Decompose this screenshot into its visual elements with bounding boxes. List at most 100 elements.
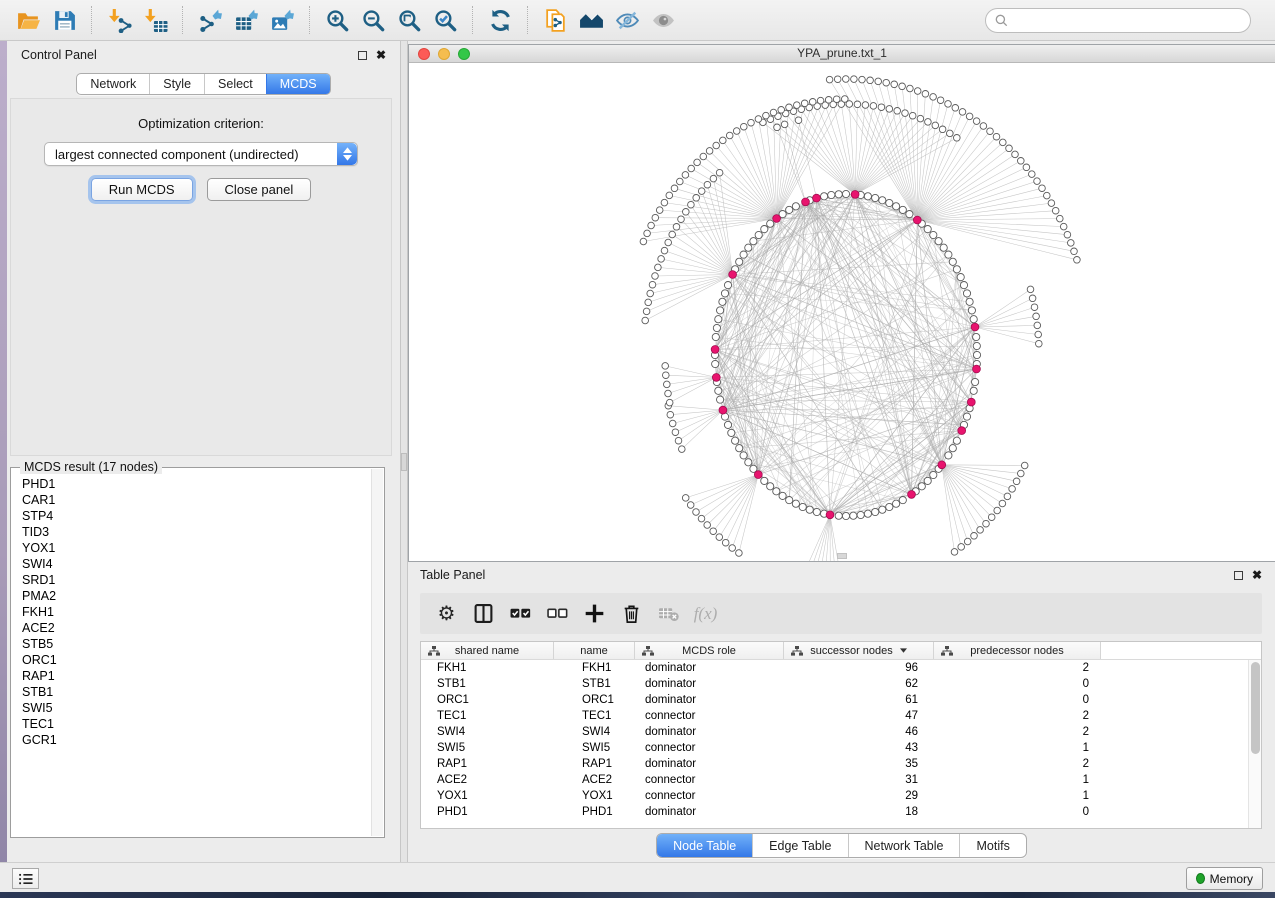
table-cell: 31 — [784, 774, 934, 786]
mcds-result-item[interactable]: STB5 — [22, 636, 384, 652]
mcds-result-item[interactable]: SWI4 — [22, 556, 384, 572]
memory-button[interactable]: Memory — [1186, 867, 1263, 890]
tab-select[interactable]: Select — [204, 74, 266, 94]
float-window-icon[interactable] — [1234, 571, 1243, 580]
column-header-name[interactable]: name — [554, 642, 635, 659]
open-button[interactable] — [10, 4, 46, 36]
mcds-result-item[interactable]: YOX1 — [22, 540, 384, 556]
mcds-result-item[interactable]: PHD1 — [22, 476, 384, 492]
network-window-title: YPA_prune.txt_1 — [409, 45, 1275, 62]
mcds-result-item[interactable]: SRD1 — [22, 572, 384, 588]
table-row[interactable]: TEC1TEC1connector472 — [421, 708, 1261, 724]
deselect-all-button[interactable] — [539, 597, 576, 631]
splitter-handle[interactable] — [401, 453, 407, 471]
table-row[interactable]: STB1STB1dominator620 — [421, 676, 1261, 692]
mcds-result-item[interactable]: ORC1 — [22, 652, 384, 668]
table-toolbar: ⚙f(x) — [420, 593, 1262, 634]
mcds-result-item[interactable]: TEC1 — [22, 716, 384, 732]
network-window-titlebar[interactable]: YPA_prune.txt_1 — [409, 45, 1275, 63]
table-mode-gear-button[interactable]: ⚙ — [428, 597, 465, 631]
import-network-button[interactable] — [101, 4, 137, 36]
show-columns-button[interactable] — [465, 597, 502, 631]
tab-node-table[interactable]: Node Table — [657, 834, 752, 857]
import-table-button[interactable] — [137, 4, 173, 36]
mcds-result-item[interactable]: TID3 — [22, 524, 384, 540]
tab-network-table[interactable]: Network Table — [848, 834, 960, 857]
window-maximize-icon[interactable] — [458, 48, 470, 60]
mcds-result-item[interactable]: SWI5 — [22, 700, 384, 716]
mcds-result-item[interactable]: RAP1 — [22, 668, 384, 684]
zoom-selected-button[interactable] — [427, 4, 463, 36]
table-cell: SWI5 — [554, 742, 635, 754]
table-row[interactable]: SWI5SWI5connector431 — [421, 740, 1261, 756]
mcds-result-item[interactable]: PMA2 — [22, 588, 384, 604]
sort-chevron-down-icon — [900, 648, 907, 653]
table-scrollbar-thumb[interactable] — [1251, 662, 1260, 754]
mcds-result-item[interactable]: GCR1 — [22, 732, 384, 748]
select-all-button[interactable] — [502, 597, 539, 631]
table-row[interactable]: ACE2ACE2connector311 — [421, 772, 1261, 788]
tab-edge-table[interactable]: Edge Table — [752, 834, 847, 857]
criterion-select[interactable]: largest connected component (undirected) — [44, 142, 358, 166]
save-button[interactable] — [46, 4, 82, 36]
network-graph[interactable] — [409, 64, 1275, 561]
canvas-resize-handle[interactable] — [837, 553, 847, 559]
close-panel-button[interactable]: Close panel — [207, 178, 312, 201]
table-row[interactable]: ORC1ORC1dominator610 — [421, 692, 1261, 708]
search-input[interactable] — [1008, 11, 1250, 31]
table-row[interactable]: RAP1RAP1dominator352 — [421, 756, 1261, 772]
column-header-MCDS-role[interactable]: MCDS role — [635, 642, 784, 659]
mcds-result-item[interactable]: CAR1 — [22, 492, 384, 508]
close-icon[interactable]: ✖ — [376, 50, 386, 60]
zoom-in-button[interactable] — [319, 4, 355, 36]
network-canvas[interactable] — [409, 64, 1275, 561]
close-icon[interactable]: ✖ — [1252, 570, 1262, 580]
table-row[interactable]: FKH1FKH1dominator962 — [421, 660, 1261, 676]
export-table-button[interactable] — [228, 4, 264, 36]
export-network-button[interactable] — [192, 4, 228, 36]
show-all-button[interactable] — [645, 4, 681, 36]
table-cell: YOX1 — [421, 790, 554, 802]
table-cell: SWI4 — [421, 726, 554, 738]
hide-selected-icon — [615, 8, 640, 33]
mcds-result-item[interactable]: STB1 — [22, 684, 384, 700]
mcds-result-item[interactable]: FKH1 — [22, 604, 384, 620]
tab-mcds[interactable]: MCDS — [266, 74, 330, 94]
table-row[interactable]: PHD1PHD1dominator180 — [421, 804, 1261, 820]
delete-table-button — [650, 597, 687, 631]
table-scrollbar[interactable] — [1248, 660, 1261, 828]
show-panels-button[interactable] — [12, 868, 39, 889]
float-window-icon[interactable] — [358, 51, 367, 60]
zoom-fit-button[interactable] — [391, 4, 427, 36]
tab-network[interactable]: Network — [77, 74, 149, 94]
create-column-button[interactable] — [576, 597, 613, 631]
export-image-button[interactable] — [264, 4, 300, 36]
search-box[interactable] — [985, 8, 1251, 33]
zoom-out-button[interactable] — [355, 4, 391, 36]
hide-selected-button[interactable] — [609, 4, 645, 36]
window-minimize-icon[interactable] — [438, 48, 450, 60]
run-mcds-button[interactable]: Run MCDS — [91, 178, 193, 201]
new-network-from-selection-button[interactable] — [537, 4, 573, 36]
memory-status-icon — [1196, 873, 1205, 884]
column-header-successor-nodes[interactable]: successor nodes — [784, 642, 934, 659]
panel-splitter[interactable] — [400, 41, 408, 862]
mcds-result-item[interactable]: STP4 — [22, 508, 384, 524]
main-toolbar — [0, 0, 1275, 41]
first-neighbors-button[interactable] — [573, 4, 609, 36]
tab-style[interactable]: Style — [149, 74, 204, 94]
tab-motifs[interactable]: Motifs — [959, 834, 1025, 857]
refresh-button[interactable] — [482, 4, 518, 36]
mcds-result-item[interactable]: ACE2 — [22, 620, 384, 636]
mcds-tab-content: Optimization criterion: largest connecte… — [10, 98, 392, 456]
delete-columns-button[interactable] — [613, 597, 650, 631]
zoom-selected-icon — [433, 8, 458, 33]
column-header-shared-name[interactable]: shared name — [421, 642, 554, 659]
toolbar-separator — [91, 6, 92, 34]
table-row[interactable]: SWI4SWI4dominator462 — [421, 724, 1261, 740]
table-row[interactable]: YOX1YOX1connector291 — [421, 788, 1261, 804]
column-header-predecessor-nodes[interactable]: predecessor nodes — [934, 642, 1101, 659]
result-scrollbar[interactable] — [371, 469, 383, 836]
create-column-icon — [584, 603, 605, 624]
window-close-icon[interactable] — [418, 48, 430, 60]
